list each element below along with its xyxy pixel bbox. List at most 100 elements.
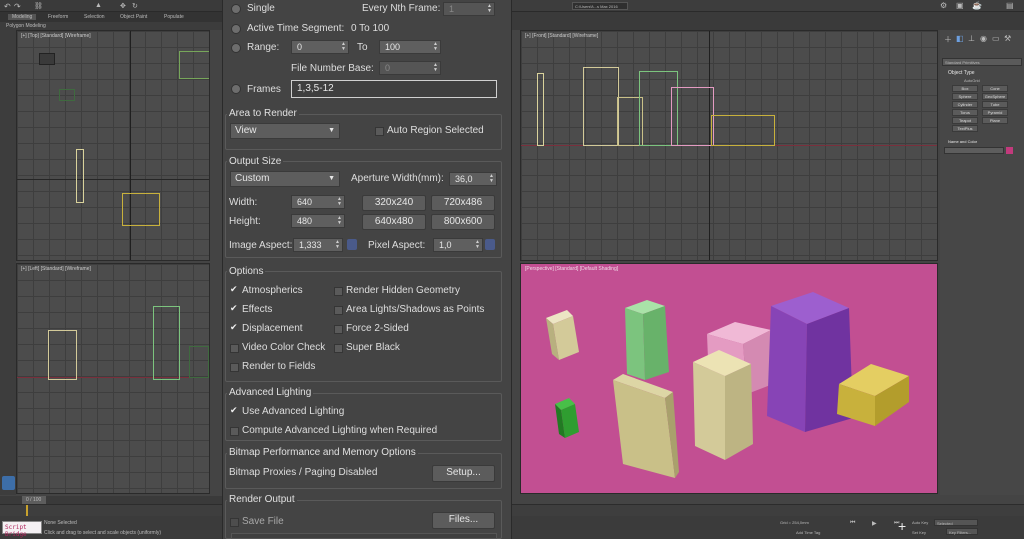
play-icon[interactable]: ▶: [872, 520, 877, 527]
aperture-field[interactable]: 36,0 ▲ ▼: [449, 172, 497, 186]
rotate-icon[interactable]: ↻: [132, 2, 138, 10]
workspace-field[interactable]: C:\Users\l\...s Max 2016: [572, 2, 628, 10]
every-nth-field[interactable]: 1 ▲ ▼: [443, 2, 495, 16]
active-segment-radio[interactable]: [231, 24, 241, 34]
skip-start-icon[interactable]: ⏮: [850, 520, 855, 527]
use-advanced-lighting-checkbox[interactable]: ✔: [230, 406, 239, 415]
render-to-fields-checkbox[interactable]: [230, 363, 239, 372]
name-field[interactable]: [944, 147, 1004, 154]
files-button[interactable]: Files...: [432, 512, 495, 529]
area-lights-checkbox[interactable]: [334, 306, 343, 315]
cream-box[interactable]: [546, 310, 579, 360]
range-to-field[interactable]: 100 ▲ ▼: [379, 40, 441, 54]
output-size-dropdown[interactable]: Custom ▼: [230, 171, 340, 187]
object-button-tube[interactable]: Tube: [982, 101, 1008, 108]
small-green-box[interactable]: [555, 398, 579, 438]
wire-box[interactable]: [537, 73, 544, 146]
pixel-aspect-lock-icon[interactable]: [485, 239, 495, 250]
setup-button[interactable]: Setup...: [432, 465, 495, 482]
cream-tall-box[interactable]: [693, 350, 753, 460]
preset-320x240-button[interactable]: 320x240: [362, 195, 426, 211]
create-tab-icon[interactable]: ＋: [944, 34, 952, 45]
color-swatch[interactable]: [1006, 147, 1013, 154]
effects-checkbox[interactable]: ✔: [230, 304, 239, 313]
wire-box[interactable]: [48, 330, 77, 380]
wire-box[interactable]: [671, 87, 714, 146]
tab-modeling[interactable]: Modeling: [8, 14, 37, 20]
object-button-sphere[interactable]: Sphere: [952, 93, 978, 100]
object-button-cone[interactable]: Cone: [982, 85, 1008, 92]
height-field[interactable]: 480 ▲ ▼: [291, 214, 345, 228]
viewport-label[interactable]: [+] [Front] [Standard] [Wireframe]: [525, 33, 598, 39]
single-radio[interactable]: [231, 4, 241, 14]
selected-dropdown[interactable]: Selected: [934, 519, 978, 526]
viewport-front[interactable]: [+] [Front] [Standard] [Wireframe]: [520, 30, 938, 261]
file-number-base-field[interactable]: 0 ▲ ▼: [379, 61, 441, 75]
preset-800x600-button[interactable]: 800x600: [431, 214, 495, 230]
viewport-label[interactable]: [+] [Top] [Standard] [Wireframe]: [21, 33, 91, 39]
motion-tab-icon[interactable]: ◉: [980, 34, 987, 43]
render-setup-icon[interactable]: ⚙: [940, 1, 947, 10]
hierarchy-tab-icon[interactable]: ⊥: [968, 34, 975, 43]
pixel-aspect-field[interactable]: 1,0 ▲ ▼: [433, 238, 483, 252]
frames-field[interactable]: 1,3,5-12: [291, 80, 497, 98]
viewport-perspective[interactable]: [Perspective] [Standard] [Default Shadin…: [520, 263, 938, 494]
super-black-checkbox[interactable]: [334, 344, 343, 353]
object-button-plane[interactable]: Plane: [982, 117, 1008, 124]
preset-720x486-button[interactable]: 720x486: [431, 195, 495, 211]
layout-button[interactable]: [2, 476, 15, 490]
wire-box[interactable]: [59, 89, 75, 101]
wire-box[interactable]: [189, 346, 209, 378]
tab-populate[interactable]: Populate: [164, 14, 184, 20]
wire-box[interactable]: [153, 306, 180, 380]
object-button-teapot[interactable]: Teapot: [952, 117, 978, 124]
display-tab-icon[interactable]: ▭: [992, 34, 1000, 43]
auto-region-checkbox[interactable]: [375, 127, 384, 136]
displacement-checkbox[interactable]: ✔: [230, 323, 239, 332]
undo-icon[interactable]: ↶: [4, 2, 11, 11]
viewport-left[interactable]: [+] [Left] [Standard] [Wireframe]: [16, 263, 210, 494]
render-frame-icon[interactable]: ▣: [956, 1, 964, 10]
wire-box[interactable]: [76, 149, 84, 203]
key-filters-button[interactable]: Key Filters...: [946, 528, 978, 535]
video-color-check-checkbox[interactable]: [230, 344, 239, 353]
output-path-field[interactable]: [231, 533, 497, 539]
category-dropdown[interactable]: Standard Primitives: [942, 58, 1022, 66]
object-button-box[interactable]: Box: [952, 85, 978, 92]
tan-panel[interactable]: [613, 374, 679, 478]
wire-box[interactable]: [39, 53, 55, 65]
tab-freeform[interactable]: Freeform: [48, 14, 68, 20]
link-icon[interactable]: ⛓: [34, 2, 43, 10]
utilities-tab-icon[interactable]: ⚒: [1004, 34, 1011, 43]
width-field[interactable]: 640 ▲ ▼: [291, 195, 345, 209]
move-icon[interactable]: ✥: [120, 2, 126, 10]
save-file-checkbox[interactable]: [230, 518, 239, 527]
green-box[interactable]: [625, 300, 669, 380]
object-button-textplus[interactable]: TextPlus: [952, 125, 978, 132]
range-from-field[interactable]: 0 ▲ ▼: [291, 40, 349, 54]
area-to-render-dropdown[interactable]: View ▼: [230, 123, 340, 139]
render-hidden-geometry-checkbox[interactable]: [334, 287, 343, 296]
viewport-top[interactable]: [+] [Top] [Standard] [Wireframe]: [16, 30, 210, 261]
range-radio[interactable]: [231, 43, 241, 53]
viewport-label[interactable]: [+] [Left] [Standard] [Wireframe]: [21, 266, 91, 272]
wire-box[interactable]: [179, 51, 209, 79]
time-slider[interactable]: 0 / 100: [0, 496, 222, 504]
maxscript-listener[interactable]: Script Bridge: [2, 521, 42, 538]
preset-640x480-button[interactable]: 640x480: [362, 214, 426, 230]
object-button-cylinder[interactable]: Cylinder: [952, 101, 978, 108]
wire-box[interactable]: [122, 193, 160, 226]
force-2-sided-checkbox[interactable]: [334, 325, 343, 334]
wire-box[interactable]: [711, 115, 775, 146]
tab-object-paint[interactable]: Object Paint: [120, 14, 147, 20]
wire-box[interactable]: [583, 67, 619, 146]
image-aspect-field[interactable]: 1,333 ▲ ▼: [293, 238, 343, 252]
add-icon[interactable]: +: [898, 518, 906, 534]
tab-selection[interactable]: Selection: [84, 14, 105, 20]
frames-radio[interactable]: [231, 84, 241, 94]
modify-tab-icon[interactable]: ◧: [956, 34, 964, 43]
compute-advanced-lighting-checkbox[interactable]: [230, 427, 239, 436]
object-button-torus[interactable]: Torus: [952, 109, 978, 116]
object-button-pyramid[interactable]: Pyramid: [982, 109, 1008, 116]
lock-icon[interactable]: ▤: [1006, 1, 1014, 10]
